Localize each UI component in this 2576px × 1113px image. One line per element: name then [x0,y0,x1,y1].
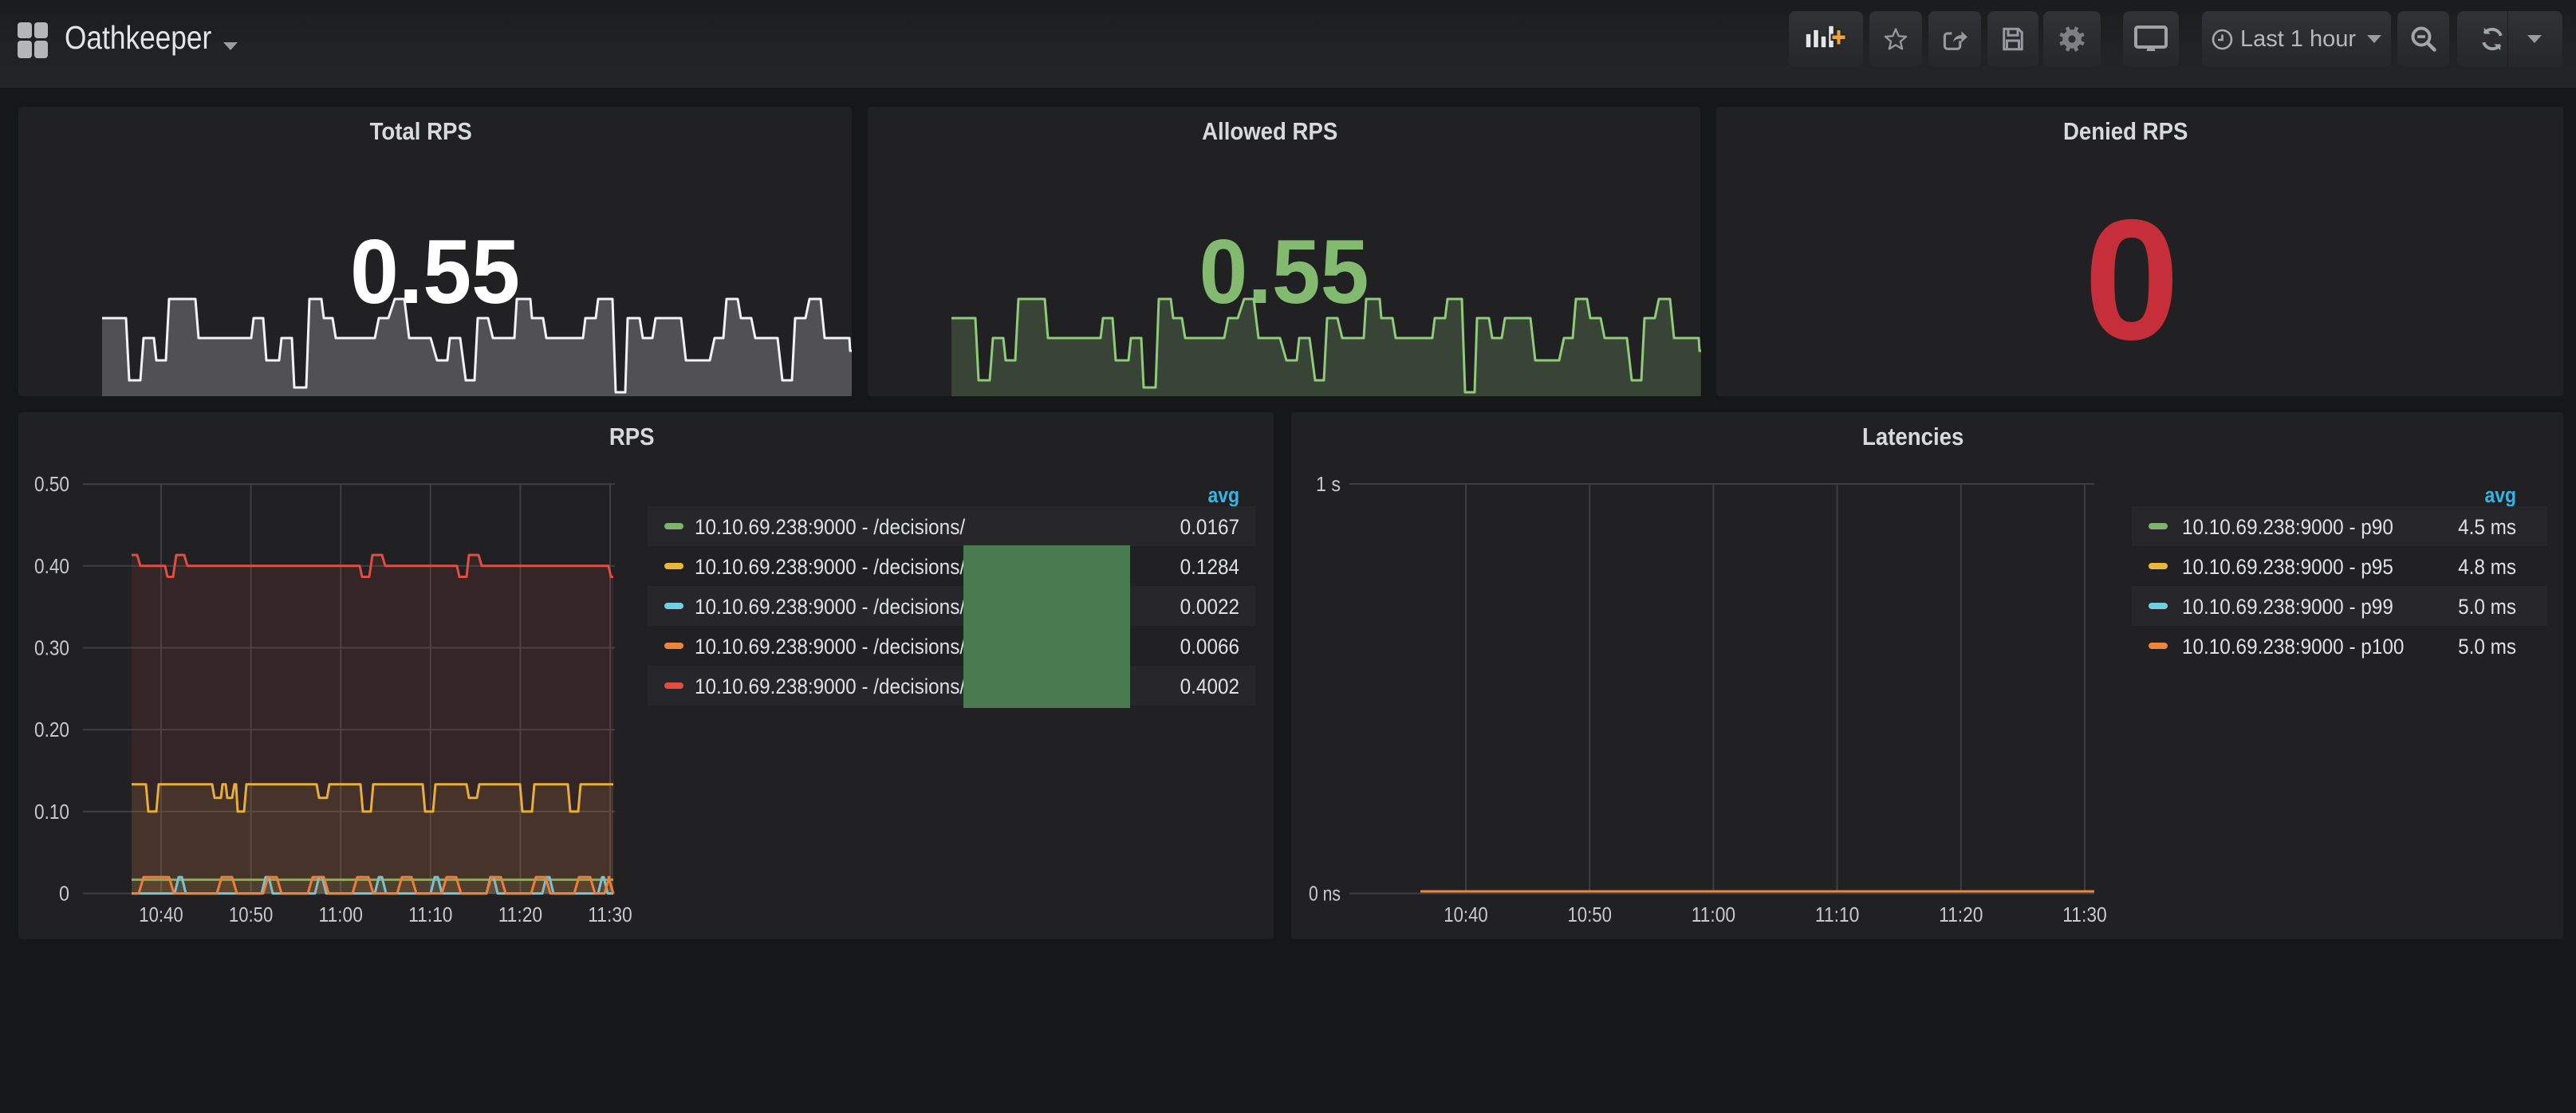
svg-text:1 s: 1 s [1316,472,1341,496]
svg-text:10:50: 10:50 [229,903,273,926]
svg-text:11:10: 11:10 [408,903,452,926]
svg-text:11:30: 11:30 [2062,903,2106,926]
svg-text:11:20: 11:20 [498,903,542,926]
svg-text:11:30: 11:30 [588,903,632,926]
svg-text:0.50: 0.50 [34,472,69,496]
svg-text:0.30: 0.30 [34,636,69,660]
svg-text:10:40: 10:40 [139,903,183,926]
svg-text:0.10: 0.10 [34,800,69,824]
svg-text:11:10: 11:10 [1815,903,1859,926]
svg-text:11:20: 11:20 [1939,903,1983,926]
svg-text:0.20: 0.20 [34,718,69,741]
svg-text:0.40: 0.40 [34,554,69,578]
svg-text:11:00: 11:00 [319,903,363,926]
svg-text:0: 0 [59,882,69,906]
svg-text:11:00: 11:00 [1692,903,1735,926]
svg-text:10:50: 10:50 [1568,903,1612,926]
svg-text:10:40: 10:40 [1444,903,1487,926]
svg-text:0 ns: 0 ns [1309,882,1341,906]
